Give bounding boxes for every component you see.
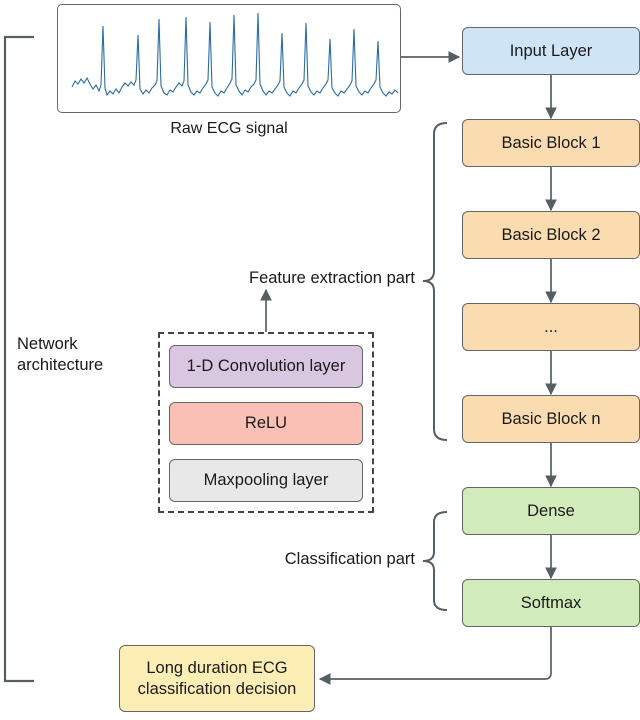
raw-ecg-signal-box	[57, 4, 401, 113]
node-input-layer[interactable]: Input Layer	[462, 27, 640, 75]
node-dense-label: Dense	[527, 501, 575, 520]
raw-ecg-caption: Raw ECG signal	[170, 120, 288, 137]
arrow-softmax-to-output	[318, 627, 552, 685]
node-dense[interactable]: Dense	[462, 487, 640, 535]
node-softmax-label: Softmax	[520, 593, 582, 612]
node-1d-convolution-layer[interactable]: 1-D Convolution layer	[169, 345, 363, 388]
feature-extraction-bracket	[422, 122, 448, 441]
node-basic-block-1[interactable]: Basic Block 1	[462, 119, 640, 167]
node-maxpooling-layer[interactable]: Maxpooling layer	[169, 459, 363, 502]
node-basic-block-2-label: Basic Block 2	[501, 225, 601, 244]
network-architecture-label: Network architecture	[17, 335, 104, 375]
node-relu-label: ReLU	[244, 414, 288, 433]
diagram-canvas: Raw ECG signal Network architecture Inpu…	[0, 0, 640, 720]
node-input-layer-label: Input Layer	[509, 41, 593, 60]
node-basic-block-n-label: Basic Block n	[501, 409, 601, 428]
ecg-waveform	[71, 12, 399, 97]
node-relu[interactable]: ReLU	[169, 402, 363, 445]
node-classification-decision[interactable]: Long duration ECG classification decisio…	[119, 645, 315, 712]
node-basic-block-ellipsis-label: ...	[544, 317, 558, 336]
classification-bracket	[422, 511, 448, 611]
node-softmax[interactable]: Softmax	[462, 579, 640, 627]
node-classification-decision-label: Long duration ECG classification decisio…	[137, 658, 297, 698]
node-maxpooling-layer-label: Maxpooling layer	[203, 471, 329, 490]
node-1d-convolution-layer-label: 1-D Convolution layer	[186, 357, 346, 376]
node-basic-block-2[interactable]: Basic Block 2	[462, 211, 640, 259]
node-basic-block-n[interactable]: Basic Block n	[462, 395, 640, 443]
classification-part-label: Classification part	[284, 550, 415, 568]
node-basic-block-1-label: Basic Block 1	[501, 133, 601, 152]
feature-extraction-part-label: Feature extraction part	[249, 269, 415, 287]
node-basic-block-ellipsis[interactable]: ...	[462, 303, 640, 351]
